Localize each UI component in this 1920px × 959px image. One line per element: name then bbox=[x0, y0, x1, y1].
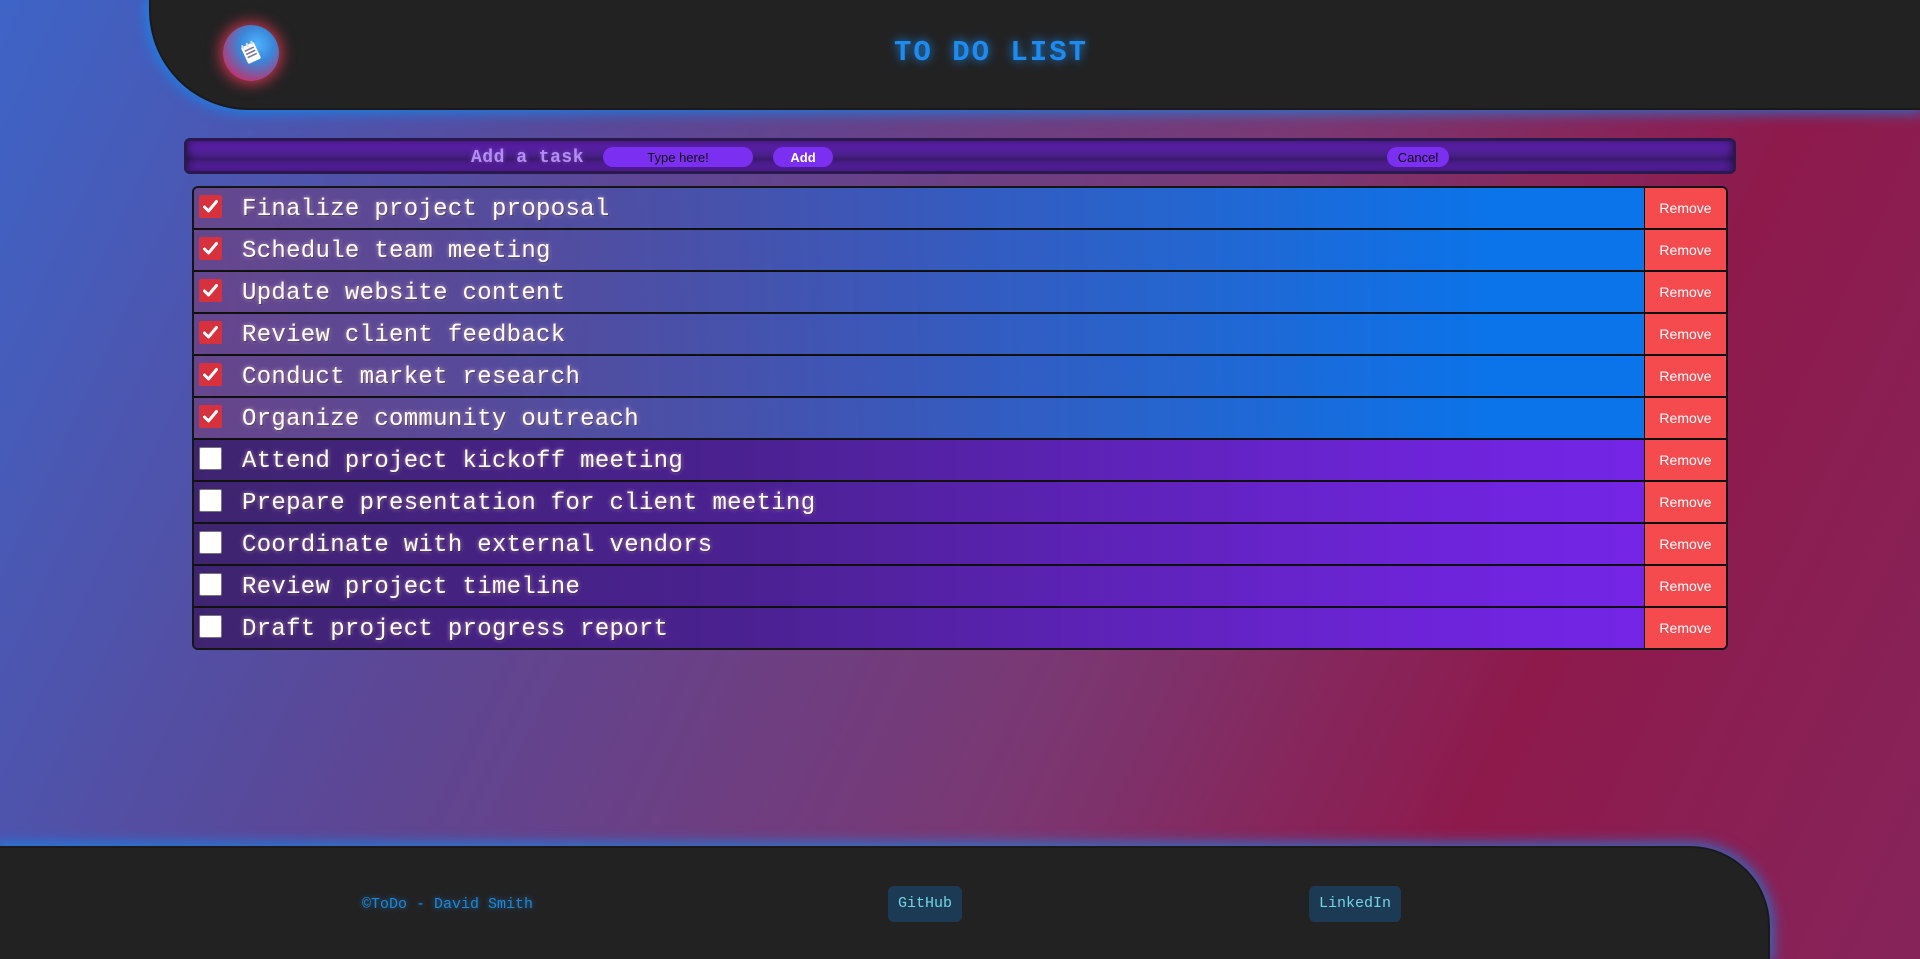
task-row: Organize community outreach Remove bbox=[194, 398, 1726, 440]
task-text: Organize community outreach bbox=[242, 406, 639, 433]
task-text: Review project timeline bbox=[242, 574, 581, 601]
checkmark-icon bbox=[203, 368, 218, 381]
task-text: Conduct market research bbox=[242, 364, 581, 391]
remove-button[interactable]: Remove bbox=[1644, 314, 1726, 354]
add-button[interactable]: Add bbox=[773, 147, 833, 167]
add-task-label: Add a task bbox=[471, 148, 585, 168]
add-task-bar: Add a task Add Cancel bbox=[184, 138, 1736, 174]
task-row: Review client feedback Remove bbox=[194, 314, 1726, 356]
task-row: Update website content Remove bbox=[194, 272, 1726, 314]
app-header: TO DO LIST bbox=[149, 0, 1920, 110]
task-checkbox[interactable] bbox=[199, 489, 222, 512]
remove-button[interactable]: Remove bbox=[1644, 482, 1726, 522]
remove-button[interactable]: Remove bbox=[1644, 440, 1726, 480]
task-text: Review client feedback bbox=[242, 322, 566, 349]
task-checkbox-checked[interactable] bbox=[199, 321, 222, 344]
task-list: Finalize project proposal Remove Schedule … bbox=[192, 186, 1728, 650]
remove-button[interactable]: Remove bbox=[1644, 524, 1726, 564]
task-text: Prepare presentation for client meeting bbox=[242, 490, 816, 517]
task-checkbox[interactable] bbox=[199, 531, 222, 554]
checkmark-icon bbox=[203, 410, 218, 423]
task-text: Finalize project proposal bbox=[242, 196, 610, 223]
task-row: Schedule team meeting Remove bbox=[194, 230, 1726, 272]
task-row: Draft project progress report Remove bbox=[194, 608, 1726, 648]
task-checkbox-checked[interactable] bbox=[199, 237, 222, 260]
task-text: Draft project progress report bbox=[242, 616, 669, 643]
task-checkbox[interactable] bbox=[199, 615, 222, 638]
github-link[interactable]: GitHub bbox=[888, 886, 963, 922]
task-text: Attend project kickoff meeting bbox=[242, 448, 684, 475]
task-text: Schedule team meeting bbox=[242, 238, 551, 265]
task-row: Coordinate with external vendors Remove bbox=[194, 524, 1726, 566]
app-footer: ©ToDo - David Smith GitHub LinkedIn bbox=[0, 846, 1770, 959]
cancel-button[interactable]: Cancel bbox=[1387, 147, 1449, 167]
task-text: Update website content bbox=[242, 280, 566, 307]
page-title: TO DO LIST bbox=[893, 36, 1089, 69]
task-checkbox[interactable] bbox=[199, 573, 222, 596]
remove-button[interactable]: Remove bbox=[1644, 356, 1726, 396]
checkmark-icon bbox=[203, 326, 218, 339]
copyright-text: ©ToDo - David Smith bbox=[362, 896, 534, 913]
checkmark-icon bbox=[203, 200, 218, 213]
task-checkbox-checked[interactable] bbox=[199, 195, 222, 218]
task-row: Attend project kickoff meeting Remove bbox=[194, 440, 1726, 482]
checkmark-icon bbox=[203, 284, 218, 297]
remove-button[interactable]: Remove bbox=[1644, 188, 1726, 228]
task-checkbox-checked[interactable] bbox=[199, 279, 222, 302]
linkedin-link[interactable]: LinkedIn bbox=[1309, 886, 1402, 922]
task-row: Finalize project proposal Remove bbox=[194, 188, 1726, 230]
task-checkbox-checked[interactable] bbox=[199, 405, 222, 428]
remove-button[interactable]: Remove bbox=[1644, 272, 1726, 312]
remove-button[interactable]: Remove bbox=[1644, 608, 1726, 648]
remove-button[interactable]: Remove bbox=[1644, 398, 1726, 438]
task-row: Conduct market research Remove bbox=[194, 356, 1726, 398]
task-checkbox-checked[interactable] bbox=[199, 363, 222, 386]
task-input[interactable] bbox=[603, 147, 753, 167]
remove-button[interactable]: Remove bbox=[1644, 230, 1726, 270]
task-row: Review project timeline Remove bbox=[194, 566, 1726, 608]
task-checkbox[interactable] bbox=[199, 447, 222, 470]
task-text: Coordinate with external vendors bbox=[242, 532, 713, 559]
task-row: Prepare presentation for client meeting R… bbox=[194, 482, 1726, 524]
checkmark-icon bbox=[203, 242, 218, 255]
remove-button[interactable]: Remove bbox=[1644, 566, 1726, 606]
